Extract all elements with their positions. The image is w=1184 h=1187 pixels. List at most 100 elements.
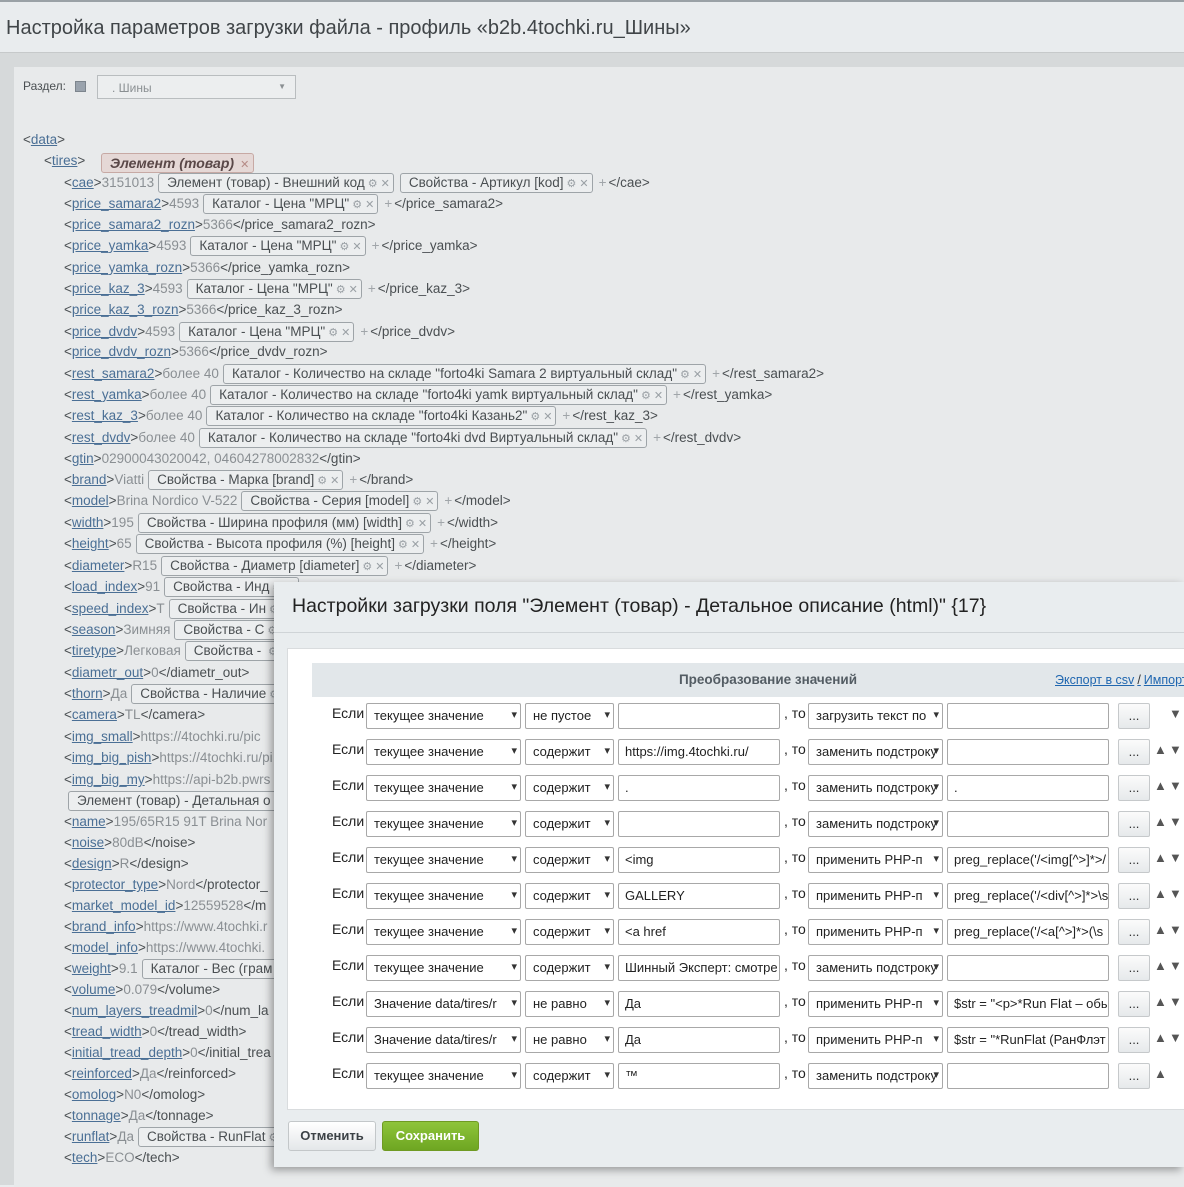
source-select[interactable]: текущее значение ▾ [366, 703, 521, 729]
add-field-icon[interactable]: + [384, 196, 392, 211]
action-select[interactable]: заменить подстроку ▾ [808, 1063, 943, 1089]
tag-name-link[interactable]: noise [72, 835, 104, 850]
action-select[interactable]: заменить подстроку ▾ [808, 955, 943, 981]
tag-name-link[interactable]: omolog [72, 1087, 116, 1102]
tag-name-link[interactable]: load_index [72, 579, 137, 594]
gear-icon[interactable]: ⚙ [641, 390, 651, 402]
close-icon[interactable]: ✕ [411, 539, 420, 551]
action-select[interactable]: применить PHP-п ▾ [808, 991, 943, 1017]
add-field-icon[interactable]: + [444, 493, 452, 508]
tag-name-link[interactable]: tiretype [72, 643, 116, 658]
field-mapping-chip[interactable]: Свойства - RunFlat⚙✕ [137, 1127, 295, 1147]
source-select[interactable]: текущее значение ▾ [366, 955, 521, 981]
tag-name-link[interactable]: price_dvdv [72, 324, 137, 339]
condition-value-input[interactable] [618, 811, 780, 837]
field-mapping-chip[interactable]: Свойства - Марка [brand] ⚙ ✕ [148, 470, 344, 490]
condition-value-input[interactable]: . [618, 775, 780, 801]
tag-name-link[interactable]: tires [52, 153, 78, 168]
close-icon[interactable]: ✕ [693, 369, 702, 381]
close-icon[interactable]: ✕ [543, 411, 552, 423]
action-value-input[interactable]: preg_replace('/<div[^>]*>\s [947, 883, 1109, 909]
move-down-icon[interactable]: ▼ [1169, 742, 1182, 757]
move-down-icon[interactable]: ▼ [1169, 1030, 1182, 1045]
tag-name-link[interactable]: model [72, 493, 109, 508]
condition-select[interactable]: содержит ▾ [525, 775, 614, 801]
close-icon[interactable]: ✕ [352, 241, 361, 253]
more-button[interactable]: ... [1118, 1063, 1150, 1089]
more-button[interactable]: ... [1118, 811, 1150, 837]
close-icon[interactable]: ✕ [349, 284, 358, 296]
export-csv-link[interactable]: Экспорт в csv [1055, 673, 1134, 687]
action-select[interactable]: применить PHP-п ▾ [808, 883, 943, 909]
section-select[interactable]: . Шины ▼ [97, 75, 296, 99]
field-mapping-chip[interactable]: Элемент (товар) - Внешний код ⚙ ✕ [158, 173, 394, 193]
action-select[interactable]: применить PHP-п ▾ [808, 847, 943, 873]
tag-name-link[interactable]: diametr_out [72, 665, 143, 680]
close-icon[interactable]: ✕ [654, 390, 663, 402]
gear-icon[interactable]: ⚙ [328, 327, 338, 339]
tag-name-link[interactable]: reinforced [72, 1066, 132, 1081]
close-icon[interactable]: ✕ [634, 433, 643, 445]
more-button[interactable]: ... [1118, 847, 1150, 873]
more-button[interactable]: ... [1118, 703, 1150, 729]
move-down-icon[interactable]: ▼ [1169, 922, 1182, 937]
add-field-icon[interactable]: + [430, 536, 438, 551]
condition-select[interactable]: не пустое ▾ [525, 703, 614, 729]
close-icon[interactable]: ✕ [341, 327, 350, 339]
source-select[interactable]: текущее значение ▾ [366, 739, 521, 765]
tag-name-link[interactable]: rest_yamka [72, 387, 142, 402]
more-button[interactable]: ... [1118, 1027, 1150, 1053]
tag-name-link[interactable]: price_yamka_rozn [72, 260, 182, 275]
tag-name-link[interactable]: thorn [72, 686, 103, 701]
tag-name-link[interactable]: diameter [72, 558, 125, 573]
save-button[interactable]: Сохранить [382, 1121, 479, 1151]
tag-name-link[interactable]: speed_index [72, 601, 149, 616]
cancel-button[interactable]: Отменить [288, 1121, 376, 1151]
move-up-icon[interactable]: ▲ [1154, 850, 1167, 865]
add-field-icon[interactable]: + [372, 238, 380, 253]
condition-select[interactable]: не равно ▾ [525, 1027, 614, 1053]
source-select[interactable]: Значение data/tires/r ▾ [366, 1027, 521, 1053]
gear-icon[interactable]: ⚙ [566, 178, 576, 190]
action-value-input[interactable] [947, 955, 1109, 981]
condition-value-input[interactable]: Шинный Эксперт: смотре [618, 955, 780, 981]
tag-name-link[interactable]: cae [72, 175, 94, 190]
tag-name-link[interactable]: price_samara2_rozn [72, 217, 195, 232]
condition-select[interactable]: содержит ▾ [525, 739, 614, 765]
field-mapping-chip[interactable]: Элемент (товар) - Детальная о⚙✕ [68, 791, 300, 811]
tag-name-link[interactable]: data [31, 132, 57, 147]
action-value-input[interactable]: $str = "*RunFlat (РанФлэт [947, 1027, 1109, 1053]
move-down-icon[interactable]: ▼ [1169, 850, 1182, 865]
tag-name-link[interactable]: volume [72, 982, 116, 997]
tag-name-link[interactable]: gtin [72, 451, 94, 466]
tag-name-link[interactable]: model_info [72, 940, 138, 955]
tag-name-link[interactable]: img_big_pish [72, 750, 152, 765]
add-field-icon[interactable]: + [599, 175, 607, 190]
tag-name-link[interactable]: brand_info [72, 919, 136, 934]
field-mapping-chip[interactable]: Каталог - Количество на складе "forto4ki… [198, 428, 648, 448]
gear-icon[interactable]: ⚙ [621, 433, 631, 445]
move-down-icon[interactable]: ▼ [1169, 706, 1182, 721]
gear-icon[interactable]: ⚙ [680, 369, 690, 381]
source-select[interactable]: текущее значение ▾ [366, 883, 521, 909]
gear-icon[interactable]: ⚙ [339, 241, 349, 253]
close-icon[interactable]: ✕ [240, 159, 249, 171]
move-up-icon[interactable]: ▲ [1154, 994, 1167, 1009]
field-mapping-chip[interactable]: Свойства - Высота профиля (%) [height] ⚙ ✕ [135, 534, 425, 554]
tag-name-link[interactable]: rest_dvdv [72, 430, 131, 445]
condition-value-input[interactable]: <a href [618, 919, 780, 945]
tag-name-link[interactable]: runflat [72, 1129, 110, 1144]
condition-select[interactable]: содержит ▾ [525, 847, 614, 873]
tag-name-link[interactable]: price_kaz_3_rozn [72, 302, 179, 317]
more-button[interactable]: ... [1118, 775, 1150, 801]
tag-name-link[interactable]: name [72, 814, 106, 829]
tag-name-link[interactable]: price_kaz_3 [72, 281, 145, 296]
move-up-icon[interactable]: ▲ [1154, 922, 1167, 937]
condition-value-input[interactable]: Да [618, 991, 780, 1017]
more-button[interactable]: ... [1118, 955, 1150, 981]
field-mapping-chip[interactable]: Каталог - Количество на складе "forto4ki… [210, 385, 668, 405]
source-select[interactable]: текущее значение ▾ [366, 1063, 521, 1089]
add-field-icon[interactable]: + [437, 515, 445, 530]
field-mapping-chip[interactable]: Каталог - Цена "МРЦ" ⚙ ✕ [186, 279, 362, 299]
tag-name-link[interactable]: weight [72, 961, 111, 976]
